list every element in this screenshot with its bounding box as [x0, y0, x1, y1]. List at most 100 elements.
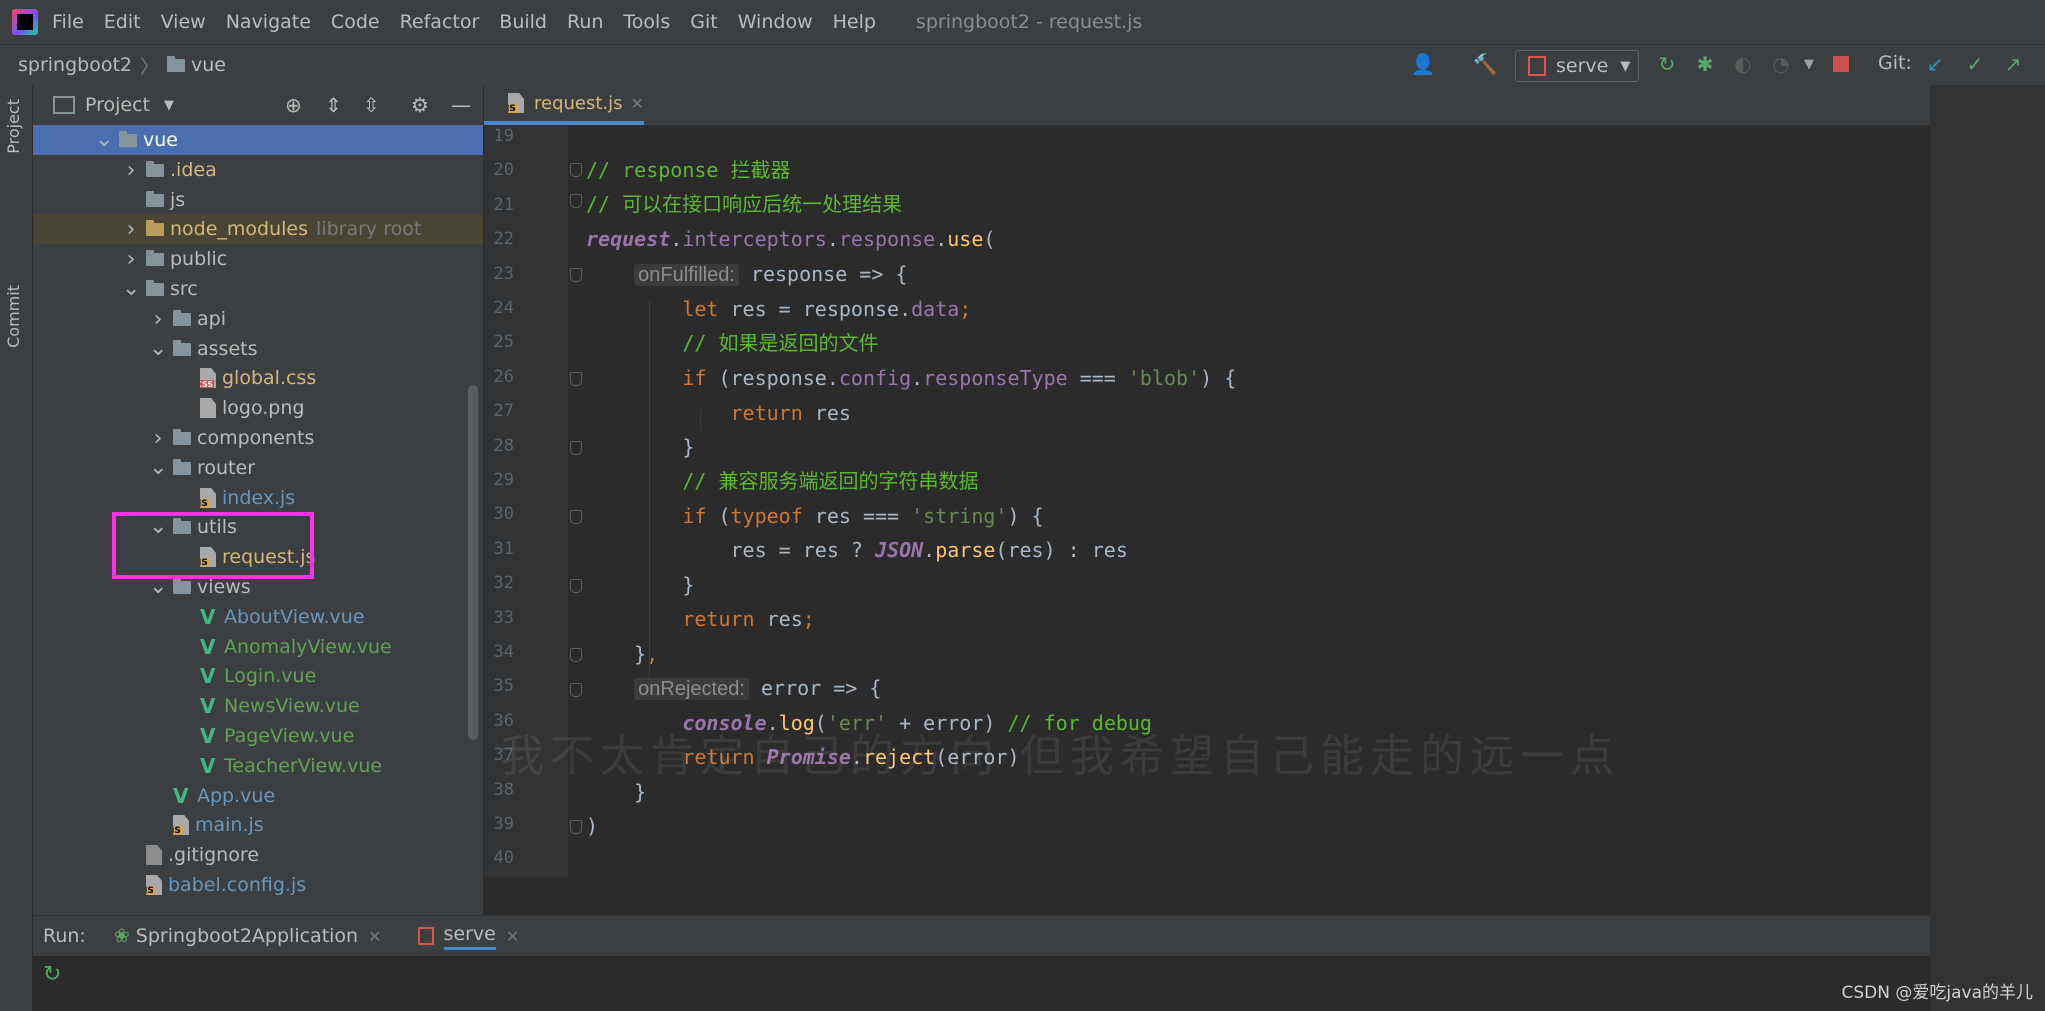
- tree-item[interactable]: › api: [33, 304, 483, 334]
- tree-item[interactable]: ⌄ vue: [33, 125, 483, 155]
- git-update-icon[interactable]: ↙: [1922, 51, 1948, 77]
- tree-item[interactable]: ⌄ router: [33, 453, 483, 483]
- rerun-icon[interactable]: ↻: [43, 962, 61, 987]
- gear-icon[interactable]: ⚙: [411, 93, 429, 117]
- expand-all-icon[interactable]: ⇕: [325, 93, 342, 117]
- breadcrumb-vue[interactable]: vue: [191, 54, 226, 76]
- hide-panel-icon[interactable]: —: [451, 93, 471, 117]
- chevron-down-icon[interactable]: ⌄: [149, 576, 167, 598]
- fold-marker-icon[interactable]: [570, 372, 582, 386]
- profile-icon[interactable]: ◔: [1768, 51, 1794, 77]
- menu-help[interactable]: Help: [833, 11, 876, 33]
- tree-item[interactable]: ⌄ src: [33, 274, 483, 304]
- tree-item[interactable]: › components: [33, 423, 483, 453]
- menu-tools[interactable]: Tools: [623, 11, 670, 33]
- tree-item[interactable]: › public: [33, 244, 483, 274]
- fold-marker-icon[interactable]: [570, 820, 582, 834]
- menu-window[interactable]: Window: [738, 11, 813, 33]
- tree-item-label: node_modules: [170, 218, 309, 240]
- menu-code[interactable]: Code: [331, 11, 380, 33]
- window-title: springboot2 - request.js: [915, 11, 1143, 33]
- fold-marker-icon[interactable]: [570, 268, 582, 282]
- tree-item[interactable]: V TeacherView.vue: [33, 751, 483, 781]
- menu-build[interactable]: Build: [499, 11, 547, 33]
- menu-refactor[interactable]: Refactor: [400, 11, 480, 33]
- chevron-right-icon[interactable]: ›: [122, 217, 140, 242]
- run-tab-springboot2application[interactable]: Springboot2Application: [136, 925, 358, 947]
- locate-icon[interactable]: ⊕: [285, 93, 302, 117]
- line-number: 23: [493, 264, 514, 284]
- tree-item[interactable]: V App.vue: [33, 781, 483, 811]
- menu-run[interactable]: Run: [567, 11, 603, 33]
- chevron-right-icon[interactable]: ›: [122, 247, 140, 272]
- tab-project[interactable]: Project: [4, 99, 23, 154]
- tree-item[interactable]: V Login.vue: [33, 661, 483, 691]
- tree-item[interactable]: V NewsView.vue: [33, 691, 483, 721]
- run-tab-serve[interactable]: serve: [443, 923, 496, 950]
- chevron-down-icon[interactable]: ⌄: [95, 129, 113, 151]
- coverage-icon[interactable]: ◐: [1730, 51, 1756, 77]
- fold-marker-icon[interactable]: [570, 441, 582, 455]
- user-icon[interactable]: 👤: [1410, 51, 1436, 77]
- chevron-down-icon[interactable]: ⌄: [149, 457, 167, 479]
- code-line-26: if (response.config.responseType === 'bl…: [682, 366, 1237, 390]
- js-file-icon: [508, 93, 524, 113]
- menu-view[interactable]: View: [161, 11, 206, 33]
- line-number: 24: [493, 298, 514, 318]
- tree-item[interactable]: V AboutView.vue: [33, 602, 483, 632]
- fold-marker-icon[interactable]: [570, 194, 582, 208]
- fold-marker-icon[interactable]: [570, 510, 582, 524]
- tree-item[interactable]: js: [33, 185, 483, 215]
- tree-item[interactable]: V PageView.vue: [33, 721, 483, 751]
- run-console[interactable]: ↻: [33, 956, 1930, 1011]
- fold-marker-icon[interactable]: [570, 683, 582, 697]
- tree-item[interactable]: babel.config.js: [33, 870, 483, 900]
- close-tab-icon[interactable]: ✕: [368, 927, 381, 946]
- tree-item[interactable]: › node_modules library root: [33, 214, 483, 244]
- tree-item[interactable]: global.css: [33, 363, 483, 393]
- chevron-down-icon[interactable]: ⌄: [149, 338, 167, 360]
- project-panel-title[interactable]: Project: [85, 94, 150, 116]
- chevron-right-icon[interactable]: ›: [149, 307, 167, 332]
- chevron-right-icon[interactable]: ›: [149, 426, 167, 451]
- chevron-down-icon[interactable]: ▼: [164, 98, 174, 113]
- run-label: Run:: [43, 925, 86, 947]
- annotation-highlight-box: [112, 512, 314, 579]
- tree-item[interactable]: main.js: [33, 810, 483, 840]
- fold-marker-icon[interactable]: [570, 579, 582, 593]
- tree-item-label: AboutView.vue: [224, 606, 365, 628]
- fold-marker-icon[interactable]: [570, 648, 582, 662]
- more-run-options-icon[interactable]: ▼: [1796, 51, 1822, 77]
- collapse-all-icon[interactable]: ⇳: [363, 93, 380, 117]
- menu-navigate[interactable]: Navigate: [226, 11, 311, 33]
- vue-file-icon: V: [200, 754, 216, 778]
- tree-item[interactable]: V AnomalyView.vue: [33, 632, 483, 662]
- breadcrumb-project[interactable]: springboot2: [18, 54, 132, 76]
- tab-commit[interactable]: Commit: [4, 285, 23, 348]
- stop-icon[interactable]: [1828, 51, 1854, 77]
- folder-icon: [146, 249, 164, 266]
- build-hammer-icon[interactable]: 🔨: [1472, 51, 1498, 77]
- editor-right-scroll-area[interactable]: [1930, 85, 2045, 1011]
- rerun-icon[interactable]: ↻: [1654, 51, 1680, 77]
- code-line-22: request.interceptors.response.use(: [586, 227, 996, 251]
- menu-file[interactable]: File: [52, 11, 84, 33]
- tree-item[interactable]: .gitignore: [33, 840, 483, 870]
- tree-scrollbar[interactable]: [468, 385, 478, 740]
- close-tab-icon[interactable]: ✕: [631, 94, 644, 113]
- tree-item[interactable]: › .idea: [33, 155, 483, 185]
- menu-git[interactable]: Git: [690, 11, 717, 33]
- chevron-right-icon[interactable]: ›: [122, 158, 140, 183]
- menu-edit[interactable]: Edit: [104, 11, 141, 33]
- line-number: 27: [493, 401, 514, 421]
- tree-item[interactable]: index.js: [33, 483, 483, 513]
- git-push-icon[interactable]: ↗: [2000, 51, 2026, 77]
- close-tab-icon[interactable]: ✕: [506, 927, 519, 946]
- fold-marker-icon[interactable]: [570, 163, 582, 177]
- tree-item[interactable]: logo.png: [33, 393, 483, 423]
- run-config-select[interactable]: serve ▼: [1515, 50, 1639, 82]
- chevron-down-icon[interactable]: ⌄: [122, 278, 140, 300]
- debug-icon[interactable]: ✱: [1692, 51, 1718, 77]
- tree-item[interactable]: ⌄ assets: [33, 334, 483, 364]
- git-commit-icon[interactable]: ✓: [1962, 51, 1988, 77]
